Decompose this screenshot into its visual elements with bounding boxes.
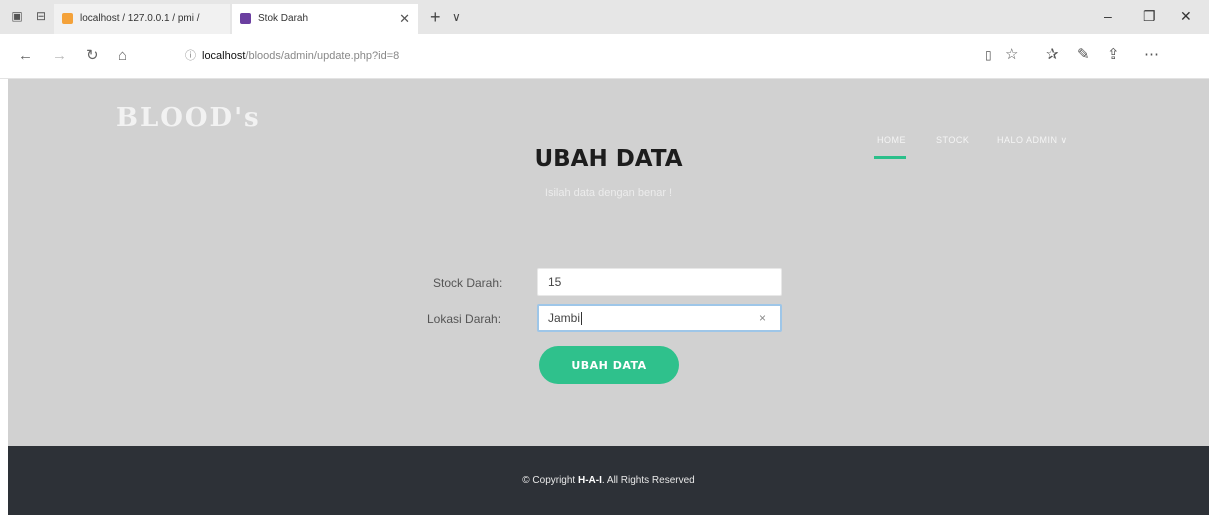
stock-darah-input[interactable]: 15 bbox=[537, 268, 782, 296]
stock-darah-value: 15 bbox=[548, 275, 562, 289]
forward-arrow-icon[interactable]: → bbox=[52, 47, 67, 65]
browser-nav-bar: ← → ↻ ⌂ ⓘ localhost/bloods/admin/update.p… bbox=[0, 34, 1209, 79]
minimize-button[interactable]: – bbox=[1104, 7, 1112, 25]
back-arrow-icon[interactable]: ← bbox=[18, 47, 33, 65]
favorite-star-icon[interactable]: ☆ bbox=[1005, 46, 1018, 64]
url-path: /bloods/admin/update.php?id=8 bbox=[245, 50, 400, 62]
menu-home[interactable]: HOME bbox=[877, 135, 906, 145]
address-bar[interactable]: ⓘ localhost/bloods/admin/update.php?id=8 bbox=[185, 46, 945, 66]
favorites-hub-icon[interactable]: ✰ bbox=[1046, 46, 1059, 64]
footer: © Copyright H-A-I. All Rights Reserved bbox=[8, 446, 1209, 515]
tabs-aside-icon[interactable]: ⊟ bbox=[34, 9, 48, 23]
tab-title: Stok Darah bbox=[258, 13, 309, 24]
phpmyadmin-favicon-icon bbox=[62, 13, 73, 24]
tab-stok-darah[interactable]: Stok Darah ✕ bbox=[232, 4, 418, 34]
url-host: localhost bbox=[202, 50, 246, 62]
tab-list-chevron-icon[interactable]: ∨ bbox=[452, 6, 461, 28]
footer-copyright: © Copyright bbox=[522, 475, 578, 486]
text-caret bbox=[581, 312, 583, 326]
page-subtitle: Isilah data dengan benar ! bbox=[544, 187, 673, 199]
home-icon[interactable]: ⌂ bbox=[118, 47, 127, 65]
close-window-button[interactable]: ✕ bbox=[1180, 7, 1192, 25]
site-logo[interactable]: BLOOD's bbox=[116, 103, 261, 133]
new-tab-button[interactable]: + bbox=[430, 6, 441, 28]
maximize-button[interactable]: ❐ bbox=[1143, 7, 1156, 25]
footer-brand: H-A-I bbox=[578, 475, 602, 486]
stock-darah-label: Stock Darah: bbox=[433, 276, 503, 290]
share-icon[interactable]: ⇪ bbox=[1107, 46, 1120, 64]
page-content: BLOOD's HOME STOCK HALO ADMIN ∨ UBAH DAT… bbox=[8, 79, 1209, 515]
browser-tab-bar: ▣ ⊟ localhost / 127.0.0.1 / pmi / Stok D… bbox=[0, 0, 1209, 35]
reading-view-icon[interactable]: ▯ bbox=[985, 46, 992, 64]
stok-darah-favicon-icon bbox=[240, 13, 251, 24]
info-icon: ⓘ bbox=[185, 50, 196, 62]
page-title: UBAH DATA bbox=[534, 146, 683, 172]
close-tab-icon[interactable]: ✕ bbox=[399, 4, 410, 34]
lokasi-darah-value: Jambi bbox=[548, 311, 581, 325]
more-options-icon[interactable]: ⋯ bbox=[1144, 46, 1159, 64]
menu-stock[interactable]: STOCK bbox=[936, 135, 969, 145]
clear-input-icon[interactable]: × bbox=[759, 306, 766, 330]
lokasi-darah-input[interactable]: Jambi × bbox=[537, 304, 782, 332]
lokasi-darah-label: Lokasi Darah: bbox=[427, 312, 502, 326]
pen-notes-icon[interactable]: ✎ bbox=[1077, 46, 1090, 64]
ubah-data-button[interactable]: UBAH DATA bbox=[539, 346, 679, 384]
tab-phpmyadmin[interactable]: localhost / 127.0.0.1 / pmi / bbox=[54, 4, 230, 34]
refresh-icon[interactable]: ↻ bbox=[86, 47, 99, 65]
tab-actions-icon[interactable]: ▣ bbox=[10, 9, 24, 23]
tab-title: localhost / 127.0.0.1 / pmi / bbox=[80, 13, 200, 24]
footer-rights: . All Rights Reserved bbox=[601, 475, 695, 486]
menu-halo-admin[interactable]: HALO ADMIN ∨ bbox=[997, 135, 1068, 146]
